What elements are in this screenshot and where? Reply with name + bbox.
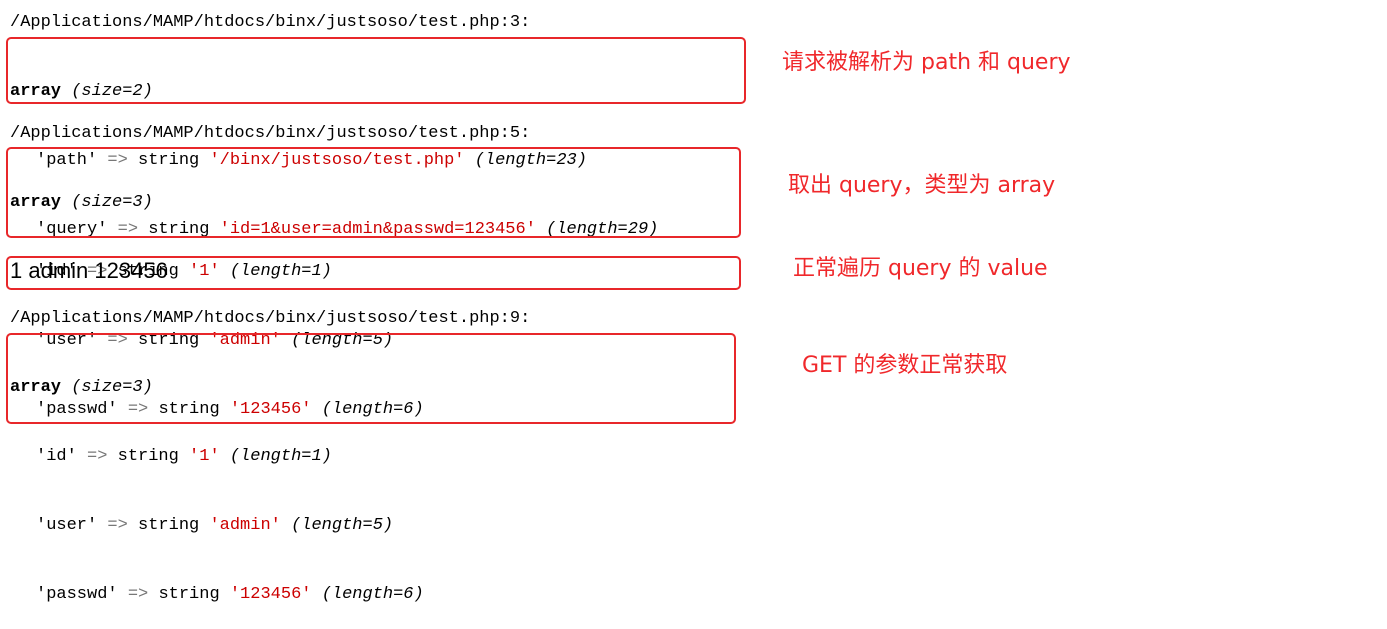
dump-1-header: array (size=2) <box>10 80 658 103</box>
dump-3-path: /Applications/MAMP/htdocs/binx/justsoso/… <box>10 309 531 328</box>
dump-3-header: array (size=3) <box>10 376 424 399</box>
loop-output: 1 admin 123456 <box>10 258 168 283</box>
dump-2-header: array (size=3) <box>10 191 424 214</box>
dump-2-path: /Applications/MAMP/htdocs/binx/justsoso/… <box>10 124 531 143</box>
annotation-note-3: 正常遍历 query 的 value <box>793 256 1048 281</box>
annotation-note-1: 请求被解析为 path 和 query <box>782 50 1071 75</box>
dump-3: array (size=3) 'id' => string '1' (lengt… <box>10 330 424 629</box>
annotation-note-4: GET 的参数正常获取 <box>802 353 1008 378</box>
array-keyword: array <box>10 82 62 101</box>
annotation-note-2: 取出 query，类型为 array <box>788 173 1056 198</box>
array-size: (size=3) <box>71 378 153 397</box>
dump-3-row-user: 'user' => string 'admin' (length=5) <box>36 516 394 535</box>
dump-1-path: /Applications/MAMP/htdocs/binx/justsoso/… <box>10 13 531 32</box>
array-keyword: array <box>10 378 62 397</box>
dump-3-row-passwd: 'passwd' => string '123456' (length=6) <box>36 585 424 604</box>
dump-3-row-id: 'id' => string '1' (length=1) <box>36 447 332 466</box>
array-keyword: array <box>10 193 62 212</box>
array-size: (size=3) <box>71 193 153 212</box>
array-size: (size=2) <box>71 82 153 101</box>
